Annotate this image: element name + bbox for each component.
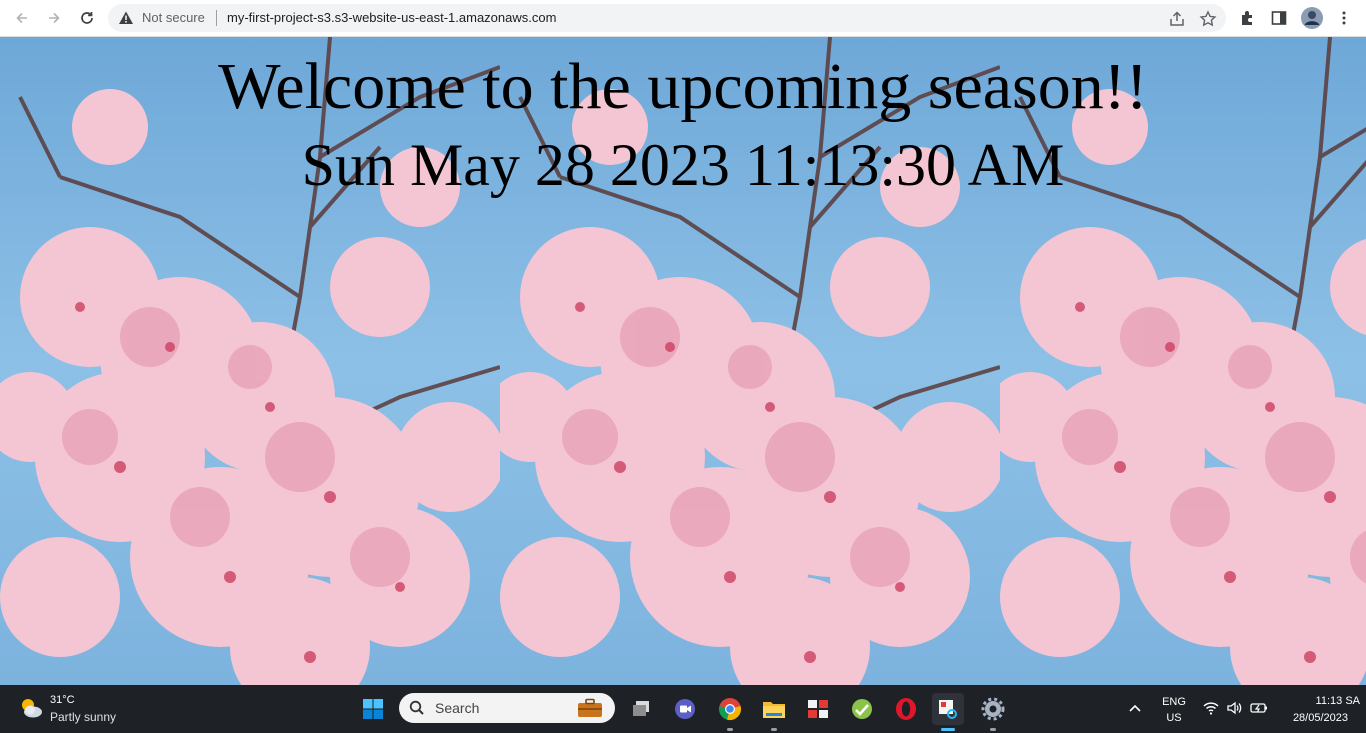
reload-icon: [81, 12, 93, 24]
clock-time: 11:13 SA: [1315, 695, 1360, 707]
chrome-icon: [719, 698, 741, 720]
settings-app-button[interactable]: [977, 693, 1009, 731]
settings-gear-icon: [981, 697, 1005, 721]
chrome-app-button[interactable]: [714, 693, 746, 731]
folder-icon: [763, 702, 785, 718]
volume-icon: [1227, 701, 1242, 715]
kebab-menu-icon: [1342, 11, 1346, 25]
task-view-button[interactable]: [625, 693, 657, 725]
separator: [216, 10, 217, 26]
side-panel-button[interactable]: [1267, 6, 1291, 30]
green-app-icon: [852, 699, 872, 719]
partly-sunny-icon: [22, 699, 42, 718]
back-icon: [16, 12, 27, 24]
battery-charging-icon: [1250, 703, 1267, 713]
opera-icon: [896, 698, 916, 720]
extensions-icon: [1242, 11, 1252, 25]
briefcase-icon: [578, 698, 602, 717]
clock-date: 28/05/2023: [1292, 712, 1348, 724]
forward-icon: [49, 12, 60, 24]
chrome-menu-button[interactable]: [1332, 6, 1356, 30]
windows-start-icon: [363, 699, 383, 719]
task-view-icon: [633, 701, 649, 716]
reload-button[interactable]: [75, 6, 99, 30]
running-indicator: [771, 728, 777, 731]
profile-avatar[interactable]: [1300, 6, 1324, 30]
snipping-tool-icon: [939, 700, 957, 719]
extensions-button[interactable]: [1236, 6, 1260, 30]
bookmark-star-icon[interactable]: [1199, 10, 1217, 28]
browser-toolbar: Not secure my-first-project-s3.s3-websit…: [0, 0, 1366, 37]
current-datetime: Sun May 28 2023 11:13:30 AM: [301, 132, 1065, 198]
running-indicator: [727, 728, 733, 731]
security-label[interactable]: Not secure: [142, 10, 205, 26]
language-bottom: US: [1166, 712, 1182, 724]
search-icon: [409, 700, 424, 715]
warning-icon[interactable]: [118, 10, 134, 26]
weather-condition: Partly sunny: [50, 710, 117, 724]
meet-app-button[interactable]: [669, 693, 701, 725]
start-button[interactable]: [357, 693, 389, 725]
search-label: Search: [435, 700, 480, 716]
side-panel-icon: [1271, 11, 1287, 25]
green-app-button[interactable]: [846, 693, 878, 725]
file-explorer-button[interactable]: [758, 693, 790, 731]
taskbar: 31°C Partly sunny Search ENG US 11:13 SA…: [0, 685, 1366, 733]
snipping-tool-button[interactable]: [932, 693, 964, 731]
language-top: ENG: [1162, 696, 1186, 708]
opera-app-button[interactable]: [890, 693, 922, 725]
active-indicator: [941, 728, 955, 731]
chevron-up-icon: [1129, 704, 1141, 712]
web-page: Welcome to the upcoming season!! Sun May…: [0, 37, 1366, 685]
running-indicator: [990, 728, 996, 731]
avatar-icon: [1301, 7, 1323, 29]
back-button[interactable]: [10, 6, 34, 30]
url-text[interactable]: my-first-project-s3.s3-website-us-east-1…: [227, 10, 556, 26]
page-heading: Welcome to the upcoming season!!: [218, 50, 1148, 123]
taskbar-search[interactable]: Search: [399, 693, 615, 723]
app-tiles-icon: [808, 700, 828, 718]
tiles-app-button[interactable]: [802, 693, 834, 725]
meet-icon: [675, 699, 695, 719]
show-hidden-icons-button[interactable]: [1120, 693, 1150, 725]
address-bar[interactable]: Not secure my-first-project-s3.s3-websit…: [108, 4, 1226, 32]
share-icon[interactable]: [1168, 10, 1186, 28]
wifi-icon: [1203, 702, 1219, 715]
weather-temp: 31°C: [50, 694, 75, 706]
forward-button[interactable]: [42, 6, 66, 30]
